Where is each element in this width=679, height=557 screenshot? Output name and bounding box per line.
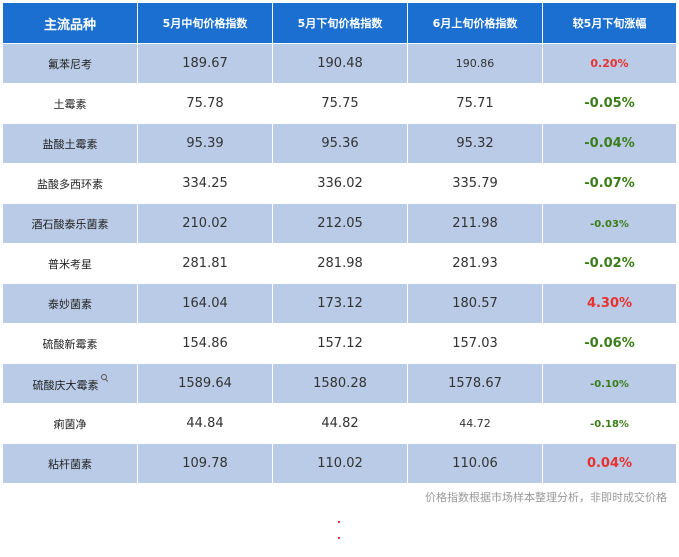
early-june-value: 157.03 [407,323,543,364]
mid-may-value: 189.67 [137,43,273,84]
early-june-value: 281.93 [407,243,543,284]
mid-may-value: 164.04 [137,283,273,324]
variety-name: 氟苯尼考 [2,43,138,84]
change-value: -0.05% [584,96,635,111]
mid-may-value: 44.84 [137,403,273,444]
variety-name: 硫酸庆大霉素 [32,379,99,392]
header-variety: 主流品种 [2,2,138,44]
late-may-value: 281.98 [272,243,408,284]
variety-name: 盐酸土霉素 [2,123,138,164]
change-value: -0.07% [584,176,635,191]
variety-name: 酒石酸泰乐菌素 [2,203,138,244]
change-cell: -0.07% [542,163,677,204]
change-value: -0.02% [584,256,635,271]
early-june-value: 95.32 [407,123,543,164]
early-june-value: 190.86 [407,43,543,84]
table-row: 盐酸土霉素 95.39 95.36 95.32 -0.04% [2,123,677,164]
variety-name: 土霉素 [2,83,138,124]
price-index-table: 主流品种 5月中旬价格指数 5月下旬价格指数 6月上旬价格指数 较5月下旬涨幅 … [2,2,677,484]
early-june-value: 44.72 [407,403,543,444]
change-cell: -0.05% [542,83,677,124]
late-may-value: 95.36 [272,123,408,164]
early-june-value: 335.79 [407,163,543,204]
early-june-value: 211.98 [407,203,543,244]
mid-may-value: 281.81 [137,243,273,284]
header-mid-may-index: 5月中旬价格指数 [137,2,273,44]
change-cell: -0.18% [542,403,677,444]
mid-may-value: 210.02 [137,203,273,244]
decorative-dot [338,521,340,523]
late-may-value: 336.02 [272,163,408,204]
change-cell: -0.06% [542,323,677,364]
table-row: 痢菌净 44.84 44.82 44.72 -0.18% [2,403,677,444]
table-row: 氟苯尼考 189.67 190.48 190.86 0.20% [2,43,677,84]
table-row: 硫酸新霉素 154.86 157.12 157.03 -0.06% [2,323,677,364]
late-may-value: 1580.28 [272,363,408,404]
header-row: 主流品种 5月中旬价格指数 5月下旬价格指数 6月上旬价格指数 较5月下旬涨幅 [2,2,677,44]
variety-name: 泰妙菌素 [2,283,138,324]
late-may-value: 173.12 [272,283,408,324]
change-cell: 0.20% [542,43,677,84]
table-row: 酒石酸泰乐菌素 210.02 212.05 211.98 -0.03% [2,203,677,244]
change-value: 0.04% [586,456,633,471]
table-row: 泰妙菌素 164.04 173.12 180.57 4.30% [2,283,677,324]
table-row: 普米考星 281.81 281.98 281.93 -0.02% [2,243,677,284]
mid-may-value: 334.25 [137,163,273,204]
variety-name: 盐酸多西环素 [2,163,138,204]
change-cell: -0.03% [542,203,677,244]
change-cell: -0.02% [542,243,677,284]
mid-may-value: 95.39 [137,123,273,164]
change-value: 4.30% [586,296,633,311]
early-june-value: 1578.67 [407,363,543,404]
search-icon[interactable] [100,374,108,381]
change-cell: -0.10% [542,363,677,404]
change-cell: 0.04% [542,443,677,484]
late-may-value: 44.82 [272,403,408,444]
variety-name: 普米考星 [2,243,138,284]
change-value: -0.10% [590,379,629,390]
header-early-june-index: 6月上旬价格指数 [407,2,543,44]
change-value: -0.04% [584,136,635,151]
change-value: 0.20% [590,57,629,70]
table-row: 硫酸庆大霉素 1589.64 1580.28 1578.67 -0.10% [2,363,677,404]
change-cell: 4.30% [542,283,677,324]
decorative-dot [338,537,340,539]
table-header: 主流品种 5月中旬价格指数 5月下旬价格指数 6月上旬价格指数 较5月下旬涨幅 [2,2,677,44]
variety-name-cell: 硫酸庆大霉素 [2,363,138,404]
late-may-value: 157.12 [272,323,408,364]
change-value: -0.18% [590,419,629,430]
table-row: 盐酸多西环素 334.25 336.02 335.79 -0.07% [2,163,677,204]
early-june-value: 180.57 [407,283,543,324]
change-cell: -0.04% [542,123,677,164]
table-row: 粘杆菌素 109.78 110.02 110.06 0.04% [2,443,677,484]
variety-name: 粘杆菌素 [2,443,138,484]
variety-name: 痢菌净 [2,403,138,444]
header-change-vs-late-may: 较5月下旬涨幅 [542,2,677,44]
late-may-value: 212.05 [272,203,408,244]
mid-may-value: 1589.64 [137,363,273,404]
mid-may-value: 154.86 [137,323,273,364]
mid-may-value: 109.78 [137,443,273,484]
mid-may-value: 75.78 [137,83,273,124]
early-june-value: 110.06 [407,443,543,484]
change-value: -0.06% [584,336,635,351]
late-may-value: 110.02 [272,443,408,484]
table-row: 土霉素 75.78 75.75 75.71 -0.05% [2,83,677,124]
header-late-may-index: 5月下旬价格指数 [272,2,408,44]
late-may-value: 190.48 [272,43,408,84]
early-june-value: 75.71 [407,83,543,124]
footnote: 价格指数根据市场样本整理分析，非即时成交价格 [425,491,667,504]
table-body: 氟苯尼考 189.67 190.48 190.86 0.20% 土霉素 75.7… [2,43,677,484]
change-value: -0.03% [590,219,629,230]
late-may-value: 75.75 [272,83,408,124]
variety-name: 硫酸新霉素 [2,323,138,364]
